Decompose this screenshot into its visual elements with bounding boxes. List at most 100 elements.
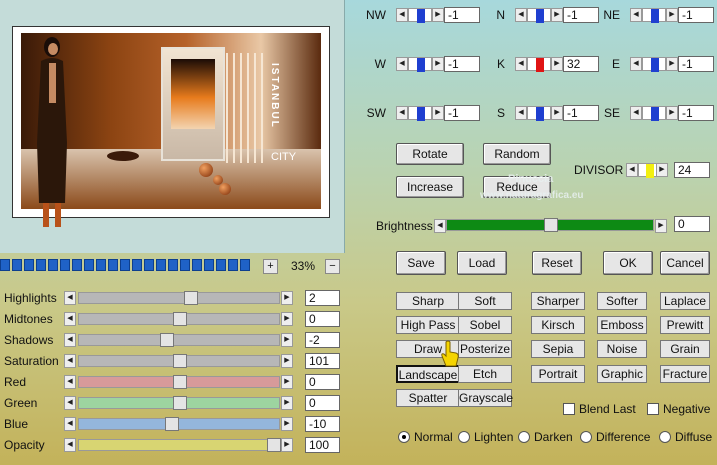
- adjust-right-arrow[interactable]: ▶: [281, 312, 293, 326]
- adjust-track[interactable]: [78, 312, 280, 326]
- kernel-right-arrow[interactable]: ▶: [666, 57, 678, 71]
- adjust-right-arrow[interactable]: ▶: [281, 291, 293, 305]
- kernel-right-arrow[interactable]: ▶: [666, 106, 678, 120]
- kernel-value[interactable]: -1: [444, 105, 480, 121]
- adjust-right-arrow[interactable]: ▶: [281, 375, 293, 389]
- kernel-track[interactable]: [642, 57, 666, 72]
- adjust-right-arrow[interactable]: ▶: [281, 354, 293, 368]
- filter-posterize-button[interactable]: Posterize: [458, 340, 512, 358]
- cancel-button[interactable]: Cancel: [660, 251, 710, 275]
- kernel-value[interactable]: -1: [678, 56, 714, 72]
- adjust-value[interactable]: 2: [305, 290, 340, 306]
- rotate-button[interactable]: Rotate: [396, 143, 464, 165]
- kernel-right-arrow[interactable]: ▶: [551, 57, 563, 71]
- adjust-thumb[interactable]: [165, 417, 179, 431]
- adjust-track[interactable]: [78, 375, 280, 389]
- filter-noise-button[interactable]: Noise: [597, 340, 647, 358]
- filter-sharp-button[interactable]: Sharp: [396, 292, 460, 310]
- divisor-value[interactable]: 24: [674, 162, 710, 178]
- adjust-track[interactable]: [78, 333, 280, 347]
- adjust-value[interactable]: 100: [305, 437, 340, 453]
- blend-last-checkbox[interactable]: [563, 403, 575, 415]
- kernel-track[interactable]: [408, 57, 432, 72]
- kernel-value[interactable]: -1: [678, 7, 714, 23]
- kernel-value[interactable]: -1: [678, 105, 714, 121]
- kernel-left-arrow[interactable]: ◀: [396, 8, 408, 22]
- adjust-thumb[interactable]: [267, 438, 281, 452]
- brightness-left-arrow[interactable]: ◀: [434, 219, 446, 233]
- kernel-left-arrow[interactable]: ◀: [630, 57, 642, 71]
- kernel-left-arrow[interactable]: ◀: [515, 57, 527, 71]
- adjust-right-arrow[interactable]: ▶: [281, 333, 293, 347]
- kernel-value[interactable]: 32: [563, 56, 599, 72]
- kernel-right-arrow[interactable]: ▶: [666, 8, 678, 22]
- brightness-track[interactable]: [446, 218, 654, 232]
- adjust-left-arrow[interactable]: ◀: [64, 312, 76, 326]
- adjust-value[interactable]: 0: [305, 395, 340, 411]
- filter-fracture-button[interactable]: Fracture: [660, 365, 710, 383]
- kernel-track[interactable]: [527, 106, 551, 121]
- adjust-left-arrow[interactable]: ◀: [64, 333, 76, 347]
- filter-emboss-button[interactable]: Emboss: [597, 316, 647, 334]
- kernel-track[interactable]: [408, 8, 432, 23]
- random-button[interactable]: Random: [483, 143, 551, 165]
- filter-laplace-button[interactable]: Laplace: [660, 292, 710, 310]
- kernel-left-arrow[interactable]: ◀: [630, 106, 642, 120]
- filter-etch-button[interactable]: Etch: [458, 365, 512, 383]
- adjust-left-arrow[interactable]: ◀: [64, 354, 76, 368]
- kernel-thumb[interactable]: [651, 107, 659, 121]
- zoom-out-button[interactable]: −: [325, 259, 340, 274]
- load-button[interactable]: Load: [457, 251, 507, 275]
- kernel-left-arrow[interactable]: ◀: [396, 57, 408, 71]
- filter-grayscale-button[interactable]: Grayscale: [458, 389, 513, 407]
- filter-sharper-button[interactable]: Sharper: [531, 292, 585, 310]
- kernel-right-arrow[interactable]: ▶: [432, 106, 444, 120]
- kernel-left-arrow[interactable]: ◀: [396, 106, 408, 120]
- kernel-thumb[interactable]: [536, 107, 544, 121]
- kernel-right-arrow[interactable]: ▶: [551, 8, 563, 22]
- kernel-thumb[interactable]: [417, 58, 425, 72]
- adjust-left-arrow[interactable]: ◀: [64, 417, 76, 431]
- filter-soft-button[interactable]: Soft: [458, 292, 512, 310]
- kernel-value[interactable]: -1: [563, 105, 599, 121]
- adjust-right-arrow[interactable]: ▶: [281, 438, 293, 452]
- kernel-track[interactable]: [408, 106, 432, 121]
- save-button[interactable]: Save: [396, 251, 446, 275]
- kernel-thumb[interactable]: [651, 9, 659, 23]
- adjust-right-arrow[interactable]: ▶: [281, 417, 293, 431]
- adjust-thumb[interactable]: [173, 396, 187, 410]
- adjust-thumb[interactable]: [173, 312, 187, 326]
- kernel-left-arrow[interactable]: ◀: [515, 8, 527, 22]
- kernel-right-arrow[interactable]: ▶: [432, 8, 444, 22]
- adjust-track[interactable]: [78, 354, 280, 368]
- adjust-right-arrow[interactable]: ▶: [281, 396, 293, 410]
- blend-mode-lighten-radio[interactable]: [458, 431, 470, 443]
- brightness-value[interactable]: 0: [674, 216, 710, 232]
- blend-mode-normal-radio[interactable]: [398, 431, 410, 443]
- filter-sobel-button[interactable]: Sobel: [458, 316, 512, 334]
- brightness-right-arrow[interactable]: ▶: [655, 219, 667, 233]
- blend-mode-diffuse-radio[interactable]: [659, 431, 671, 443]
- kernel-track[interactable]: [642, 106, 666, 121]
- kernel-track[interactable]: [642, 8, 666, 23]
- filter-softer-button[interactable]: Softer: [597, 292, 647, 310]
- adjust-value[interactable]: 0: [305, 374, 340, 390]
- adjust-track[interactable]: [78, 291, 280, 305]
- adjust-thumb[interactable]: [160, 333, 174, 347]
- kernel-track[interactable]: [527, 8, 551, 23]
- adjust-thumb[interactable]: [173, 375, 187, 389]
- ok-button[interactable]: OK: [603, 251, 653, 275]
- kernel-track[interactable]: [527, 57, 551, 72]
- filter-prewitt-button[interactable]: Prewitt: [660, 316, 710, 334]
- kernel-thumb[interactable]: [536, 58, 544, 72]
- adjust-thumb[interactable]: [184, 291, 198, 305]
- adjust-left-arrow[interactable]: ◀: [64, 438, 76, 452]
- adjust-track[interactable]: [78, 417, 280, 431]
- increase-button[interactable]: Increase: [396, 176, 464, 198]
- divisor-left-arrow[interactable]: ◀: [626, 163, 638, 177]
- divisor-right-arrow[interactable]: ▶: [656, 163, 668, 177]
- filter-kirsch-button[interactable]: Kirsch: [531, 316, 585, 334]
- kernel-value[interactable]: -1: [444, 7, 480, 23]
- adjust-value[interactable]: 101: [305, 353, 340, 369]
- kernel-value[interactable]: -1: [444, 56, 480, 72]
